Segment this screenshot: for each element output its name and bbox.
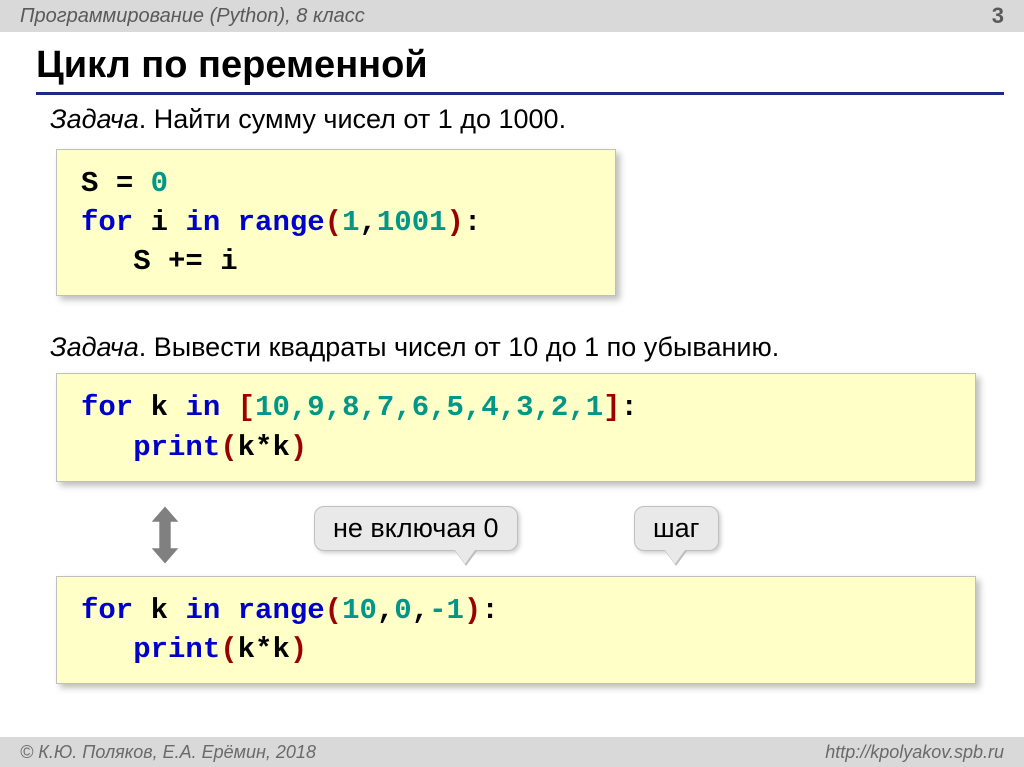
code2-close: ] [603,391,620,424]
code2-indent [81,431,133,464]
code3-close: ) [464,594,481,627]
code1-s: S [81,167,116,200]
code3-close2: ) [290,633,307,666]
code3-ten: 10 [342,594,377,627]
code1-range: range [238,206,325,239]
code2-colon: : [621,391,638,424]
code3-print: print [133,633,220,666]
page-title: Цикл по переменной [36,44,428,87]
code3-k: k [151,594,186,627]
code2-print: print [133,431,220,464]
code-block-3: for k in range(10,0,-1): print(k*k) [56,576,976,684]
code3-open: ( [325,594,342,627]
code2-expr: k*k [238,431,290,464]
title-underline [36,92,1004,95]
callout-step: шаг [634,506,719,551]
task-1: Задача. Найти сумму чисел от 1 до 1000. [50,104,996,135]
code3-neg1: -1 [429,594,464,627]
slide-body: Задача. Найти сумму чисел от 1 до 1000. … [36,98,996,702]
code3-indent [81,633,133,666]
code1-in: in [185,206,237,239]
code1-colon: : [464,206,481,239]
code1-1001: 1001 [377,206,447,239]
code1-i2: i [220,245,237,278]
code3-open2: ( [220,633,237,666]
code3-colon: : [481,594,498,627]
callout-2-text: шаг [653,513,700,543]
code3-c1: , [377,594,394,627]
code1-close: ) [447,206,464,239]
task-2: Задача. Вывести квадраты чисел от 10 до … [50,332,996,363]
slide: Программирование (Python), 8 класс 3 Цик… [0,0,1024,767]
code-block-1: S = 0 for i in range(1,1001): S += i [56,149,616,296]
code1-eq: = [116,167,151,200]
code1-for: for [81,206,151,239]
task-1-text: . Найти сумму чисел от 1 до 1000. [139,104,566,134]
code2-open: [ [238,391,255,424]
code3-range: range [238,594,325,627]
callout-row: не включая 0 шаг [56,500,996,570]
code1-i: i [151,206,186,239]
code3-in: in [185,594,237,627]
copyright-text: © К.Ю. Поляков, Е.А. Ерёмин, 2018 [20,742,316,763]
code1-comma: , [359,206,376,239]
code1-indent [81,245,133,278]
task-2-label: Задача [50,332,139,362]
task-2-text: . Вывести квадраты чисел от 10 до 1 по у… [139,332,780,362]
footer-url: http://kpolyakov.spb.ru [825,742,1004,763]
code1-zero: 0 [151,167,168,200]
header-bar: Программирование (Python), 8 класс 3 [0,0,1024,32]
task-1-label: Задача [50,104,139,134]
code1-one: 1 [342,206,359,239]
code1-s2: S [133,245,168,278]
callout-not-including-zero: не включая 0 [314,506,518,551]
code3-c2: , [412,594,429,627]
footer-bar: © К.Ю. Поляков, Е.А. Ерёмин, 2018 http:/… [0,737,1024,767]
code2-in: in [185,391,237,424]
code2-for: for [81,391,151,424]
callout-1-text: не включая 0 [333,513,499,543]
code2-close2: ) [290,431,307,464]
page-number: 3 [992,3,1004,29]
code3-expr: k*k [238,633,290,666]
code3-for: for [81,594,151,627]
code1-pluseq: += [168,245,220,278]
code1-open: ( [325,206,342,239]
code-block-2: for k in [10,9,8,7,6,5,4,3,2,1]: print(k… [56,373,976,481]
course-label: Программирование (Python), 8 класс [20,5,365,28]
code2-open2: ( [220,431,237,464]
up-down-arrow-icon [146,506,184,564]
code2-k: k [151,391,186,424]
code3-zero: 0 [394,594,411,627]
code2-list: 10,9,8,7,6,5,4,3,2,1 [255,391,603,424]
